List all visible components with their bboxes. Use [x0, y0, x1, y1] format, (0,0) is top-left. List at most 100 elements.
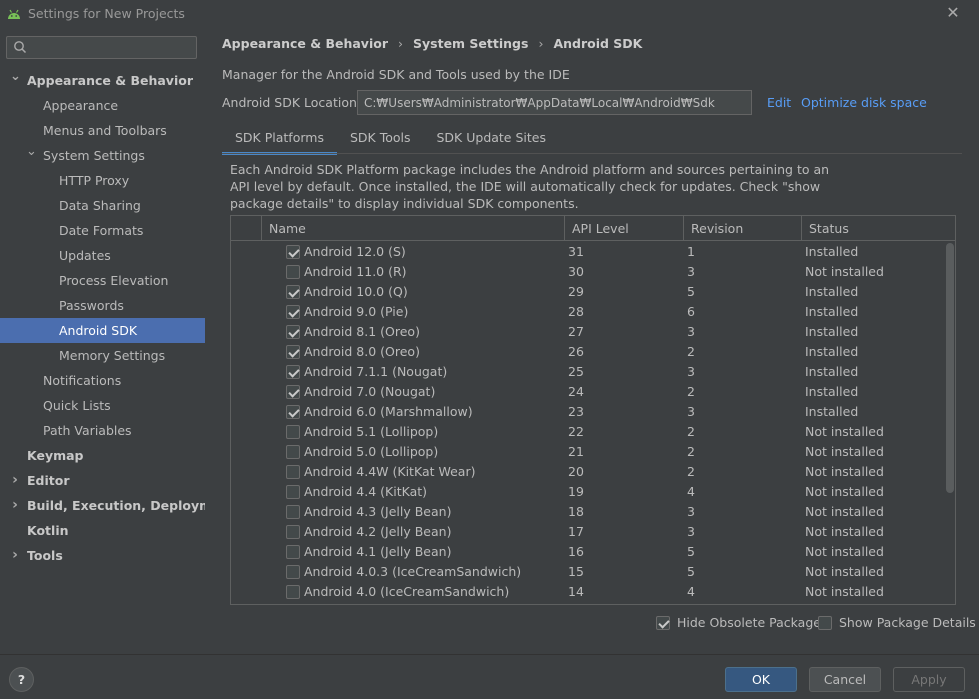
optimize-disk-space-link[interactable]: Optimize disk space [801, 95, 927, 110]
cell-status: Installed [805, 244, 859, 259]
ok-button[interactable]: OK [725, 667, 797, 692]
sidebar-item-editor[interactable]: › Editor [0, 468, 205, 493]
sidebar-item-data-sharing[interactable]: Data Sharing [0, 193, 205, 218]
sidebar-item-tools[interactable]: › Tools [0, 543, 205, 568]
row-checkbox[interactable] [286, 325, 300, 339]
row-checkbox[interactable] [286, 345, 300, 359]
row-checkbox[interactable] [286, 245, 300, 259]
row-checkbox[interactable] [286, 385, 300, 399]
sidebar-item-label: Kotlin [27, 523, 69, 538]
cell-name: Android 12.0 (S) [304, 244, 406, 259]
show-details-option[interactable]: Show Package Details [818, 615, 976, 630]
table-row[interactable]: Android 8.1 (Oreo) 27 3 Installed [231, 322, 945, 342]
sidebar-item-appearance[interactable]: Appearance [0, 93, 205, 118]
row-checkbox[interactable] [286, 305, 300, 319]
search-input[interactable] [31, 39, 191, 56]
sidebar-item-http-proxy[interactable]: HTTP Proxy [0, 168, 205, 193]
table-row[interactable]: Android 4.4 (KitKat) 19 4 Not installed [231, 482, 945, 502]
show-details-checkbox[interactable] [818, 615, 832, 630]
row-checkbox[interactable] [286, 465, 300, 479]
row-checkbox[interactable] [286, 405, 300, 419]
chevron-down-icon[interactable]: ⌄ [10, 68, 21, 86]
sidebar-item-updates[interactable]: Updates [0, 243, 205, 268]
cell-rev: 4 [687, 584, 695, 599]
hide-obsolete-checkbox[interactable] [656, 615, 670, 630]
table-row[interactable]: Android 8.0 (Oreo) 26 2 Installed [231, 342, 945, 362]
row-checkbox[interactable] [286, 425, 300, 439]
table-row[interactable]: Android 7.0 (Nougat) 24 2 Installed [231, 382, 945, 402]
cell-api: 27 [568, 324, 584, 339]
chevron-right-icon[interactable]: › [10, 493, 20, 518]
row-checkbox[interactable] [286, 365, 300, 379]
chevron-right-icon[interactable]: › [10, 543, 20, 568]
table-row[interactable]: Android 4.1 (Jelly Bean) 16 5 Not installed [231, 542, 945, 562]
column-header-api-level[interactable]: API Level [564, 216, 683, 241]
row-checkbox[interactable] [286, 485, 300, 499]
edit-link[interactable]: Edit [767, 95, 791, 110]
row-checkbox[interactable] [286, 445, 300, 459]
sidebar-item-system-settings[interactable]: ⌄ System Settings [0, 143, 205, 168]
sidebar-item-passwords[interactable]: Passwords [0, 293, 205, 318]
table-row[interactable]: Android 4.4W (KitKat Wear) 20 2 Not install… [231, 462, 945, 482]
table-row[interactable]: Android 6.0 (Marshmallow) 23 3 Installed [231, 402, 945, 422]
breadcrumb-separator-icon: › [398, 36, 403, 51]
table-row[interactable]: Android 7.1.1 (Nougat) 25 3 Installed [231, 362, 945, 382]
hide-obsolete-option[interactable]: Hide Obsolete Packages [656, 615, 827, 630]
cell-status: Not installed [805, 504, 884, 519]
table-row[interactable]: Android 4.3 (Jelly Bean) 18 3 Not installed [231, 502, 945, 522]
cancel-button[interactable]: Cancel [809, 667, 881, 692]
row-checkbox[interactable] [286, 545, 300, 559]
sidebar-item-keymap[interactable]: Keymap [0, 443, 205, 468]
sidebar-item-menus-and-toolbars[interactable]: Menus and Toolbars [0, 118, 205, 143]
table-scrollbar[interactable] [946, 243, 954, 493]
table-row[interactable]: Android 4.0.3 (IceCreamSandwich) 15 5 Not i… [231, 562, 945, 582]
cell-status: Not installed [805, 444, 884, 459]
sidebar-item-kotlin[interactable]: Kotlin [0, 518, 205, 543]
table-row[interactable]: Android 4.0 (IceCreamSandwich) 14 4 Not ins… [231, 582, 945, 602]
table-row[interactable]: Android 11.0 (R) 30 3 Not installed [231, 262, 945, 282]
column-header-revision[interactable]: Revision [683, 216, 801, 241]
cell-api: 19 [568, 484, 584, 499]
tab-sdk-update-sites[interactable]: SDK Update Sites [424, 124, 560, 154]
column-header-status[interactable]: Status [801, 216, 955, 241]
help-button[interactable]: ? [9, 667, 34, 692]
row-checkbox[interactable] [286, 505, 300, 519]
tab-sdk-tools[interactable]: SDK Tools [337, 124, 424, 154]
column-header-name[interactable]: Name [261, 216, 564, 241]
show-details-label: Show Package Details [839, 615, 976, 630]
sidebar-item-label: Passwords [59, 298, 124, 313]
sidebar-item-quick-lists[interactable]: Quick Lists [0, 393, 205, 418]
search-box[interactable] [6, 36, 197, 59]
sidebar-item-process-elevation[interactable]: Process Elevation [0, 268, 205, 293]
apply-button[interactable]: Apply [893, 667, 965, 692]
breadcrumb: Appearance & Behavior › System Settings … [222, 36, 652, 51]
cell-status: Installed [805, 344, 859, 359]
cell-status: Not installed [805, 584, 884, 599]
table-row[interactable]: Android 5.1 (Lollipop) 22 2 Not installed [231, 422, 945, 442]
row-checkbox[interactable] [286, 285, 300, 299]
close-icon[interactable]: ✕ [943, 3, 963, 23]
table-row[interactable]: Android 12.0 (S) 31 1 Installed [231, 242, 945, 262]
cell-api: 17 [568, 524, 584, 539]
breadcrumb-item: System Settings [413, 36, 529, 51]
sidebar-item-android-sdk[interactable]: Android SDK [0, 318, 205, 343]
sidebar-item-label: HTTP Proxy [59, 173, 130, 188]
sidebar-item-memory-settings[interactable]: Memory Settings [0, 343, 205, 368]
tab-sdk-platforms[interactable]: SDK Platforms [222, 124, 337, 155]
row-checkbox[interactable] [286, 525, 300, 539]
sidebar-item-notifications[interactable]: Notifications [0, 368, 205, 393]
row-checkbox[interactable] [286, 565, 300, 579]
sidebar-item-build-execution-deployment[interactable]: › Build, Execution, Deployment [0, 493, 235, 518]
sidebar-item-path-variables[interactable]: Path Variables [0, 418, 205, 443]
row-checkbox[interactable] [286, 585, 300, 599]
table-row[interactable]: Android 10.0 (Q) 29 5 Installed [231, 282, 945, 302]
sidebar-item-appearance-behavior[interactable]: ⌄ Appearance & Behavior [0, 68, 205, 93]
table-row[interactable]: Android 4.2 (Jelly Bean) 17 3 Not installed [231, 522, 945, 542]
chevron-down-icon[interactable]: ⌄ [26, 143, 37, 161]
sidebar-item-date-formats[interactable]: Date Formats [0, 218, 205, 243]
table-row[interactable]: Android 9.0 (Pie) 28 6 Installed [231, 302, 945, 322]
chevron-right-icon[interactable]: › [10, 468, 20, 493]
table-row[interactable]: Android 5.0 (Lollipop) 21 2 Not installed [231, 442, 945, 462]
row-checkbox[interactable] [286, 265, 300, 279]
sdk-location-field[interactable] [357, 90, 752, 115]
